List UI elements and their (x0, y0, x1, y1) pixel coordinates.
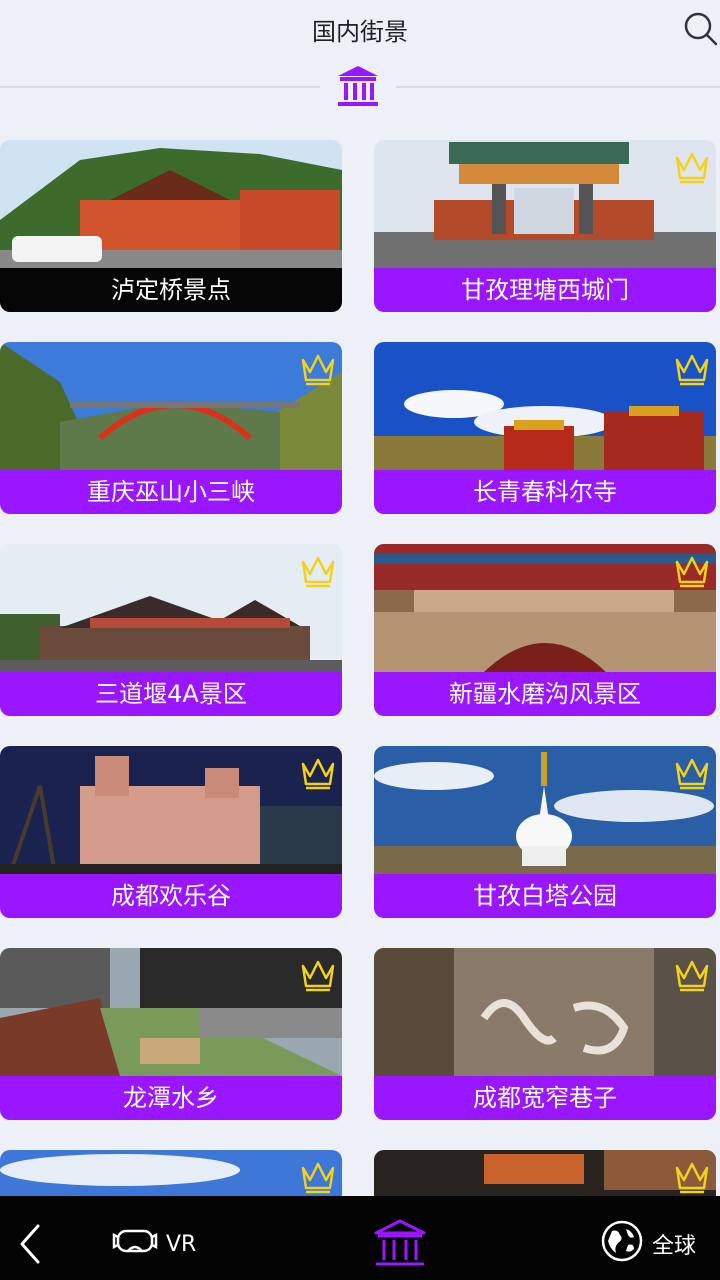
crown-icon (300, 958, 336, 992)
scenic-photo (0, 1150, 342, 1196)
crown-icon (674, 958, 710, 992)
search-icon[interactable] (680, 10, 720, 46)
scenic-card[interactable]: 泸定桥景点 (0, 140, 342, 312)
back-chevron-icon[interactable] (14, 1220, 50, 1268)
scenic-photo (0, 746, 342, 874)
card-label: 重庆巫山小三峡 (0, 470, 342, 514)
card-label: 新疆水磨沟风景区 (374, 672, 716, 716)
bottom-nav: VR 全球 (0, 1196, 720, 1280)
card-label: 甘孜白塔公园 (374, 874, 716, 918)
card-label: 甘孜理塘西城门 (374, 268, 716, 312)
crown-icon (674, 150, 710, 184)
scenic-photo (0, 140, 342, 268)
crown-icon (300, 756, 336, 790)
card-label: 成都欢乐谷 (0, 874, 342, 918)
scenic-photo (374, 746, 716, 874)
scenic-card[interactable]: 长青春科尔寺 (374, 342, 716, 514)
museum-icon[interactable] (372, 1218, 428, 1270)
global-button[interactable]: 全球 (600, 1219, 697, 1269)
header: 国内街景 (0, 0, 720, 60)
divider (396, 86, 720, 88)
scenic-card[interactable]: 新疆水磨沟风景区 (374, 544, 716, 716)
globe-icon (600, 1219, 644, 1269)
page-title: 国内街景 (312, 18, 408, 46)
crown-icon (674, 1160, 710, 1194)
scenic-card[interactable]: 甘孜理塘西城门 (374, 140, 716, 312)
vr-button[interactable]: VR (112, 1222, 196, 1266)
scenic-photo (0, 948, 342, 1076)
crown-icon (674, 756, 710, 790)
card-label: 长青春科尔寺 (374, 470, 716, 514)
scenic-card[interactable]: 三道堰4A景区 (0, 544, 342, 716)
scenic-photo (374, 1150, 716, 1196)
scenic-photo (374, 342, 716, 470)
scenic-photo (374, 948, 716, 1076)
museum-icon (334, 62, 382, 110)
scenic-card[interactable]: 成都宽窄巷子 (374, 948, 716, 1120)
card-label: 泸定桥景点 (0, 268, 342, 312)
scenic-card[interactable] (374, 1150, 716, 1196)
card-label: 龙潭水乡 (0, 1076, 342, 1120)
crown-icon (674, 352, 710, 386)
scenic-card[interactable] (0, 1150, 342, 1196)
scenic-card[interactable]: 龙潭水乡 (0, 948, 342, 1120)
card-label: 成都宽窄巷子 (374, 1076, 716, 1120)
vr-label: VR (166, 1231, 197, 1257)
global-label: 全球 (652, 1234, 697, 1259)
scenic-card[interactable]: 甘孜白塔公园 (374, 746, 716, 918)
scenic-photo (374, 140, 716, 268)
crown-icon (674, 554, 710, 588)
scenic-card[interactable]: 重庆巫山小三峡 (0, 342, 342, 514)
crown-icon (300, 1160, 336, 1194)
scenic-photo (0, 342, 342, 470)
scenic-grid: 泸定桥景点 甘孜理塘西城门 重庆巫山小三峡 长青春科尔寺 三道堰4A景区 新疆水… (0, 138, 720, 1196)
card-label: 三道堰4A景区 (0, 672, 342, 716)
vr-headset-icon (112, 1223, 158, 1265)
scenic-photo (0, 544, 342, 672)
scenic-photo (374, 544, 716, 672)
divider (0, 86, 320, 88)
crown-icon (300, 554, 336, 588)
scenic-card[interactable]: 成都欢乐谷 (0, 746, 342, 918)
crown-icon (300, 352, 336, 386)
